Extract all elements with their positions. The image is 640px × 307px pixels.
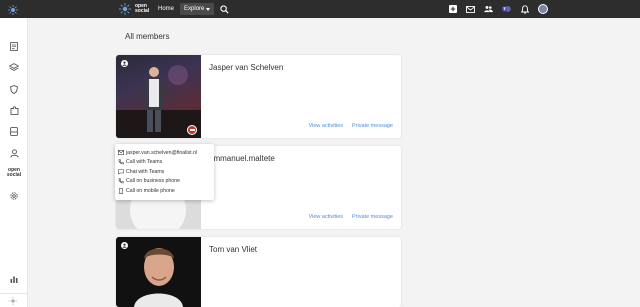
- caret-down-icon: [206, 7, 211, 11]
- contact-email-item[interactable]: jasper.van.schelven@finalist.nl: [118, 148, 211, 158]
- user-role-icon: [121, 242, 128, 249]
- puzzle-icon[interactable]: [9, 105, 19, 115]
- header-actions: [448, 0, 548, 18]
- member-card: Jasper van Schelven View activities Priv…: [116, 55, 401, 138]
- member-actions: View activities Private message: [309, 214, 393, 220]
- phone-icon: [118, 178, 124, 184]
- nav-home-link[interactable]: Home: [158, 6, 174, 12]
- email-icon: [118, 150, 124, 156]
- top-navigation-bar: open social Home Explore: [0, 0, 640, 18]
- call-mobile-text: Call on mobile phone: [126, 187, 175, 194]
- brand-logo[interactable]: open social: [118, 2, 149, 16]
- bar-chart-icon[interactable]: [9, 274, 19, 284]
- left-sidebar: open social: [0, 18, 28, 307]
- view-activities-link[interactable]: View activities: [309, 123, 343, 129]
- chat-teams-item[interactable]: Chat with Teams: [118, 167, 211, 177]
- phone-icon: [118, 159, 124, 165]
- people-icon[interactable]: [484, 5, 493, 14]
- gear-icon[interactable]: [9, 191, 19, 201]
- search-icon[interactable]: [220, 4, 229, 14]
- main-nav: Home Explore: [158, 0, 229, 18]
- open-social-logo-icon: [119, 3, 131, 15]
- sidebar-brand-line-2: social: [6, 172, 22, 178]
- bell-icon[interactable]: [520, 4, 529, 14]
- contact-popup: jasper.van.schelven@finalist.nl Call wit…: [115, 144, 214, 200]
- inbox-icon[interactable]: [9, 126, 19, 136]
- user-avatar-icon[interactable]: [538, 4, 548, 14]
- sidebar-footer: [0, 293, 28, 307]
- call-teams-item[interactable]: Call with Teams: [118, 158, 211, 168]
- teams-icon[interactable]: [502, 5, 511, 14]
- shield-icon[interactable]: [9, 84, 19, 94]
- mobile-icon: [118, 187, 124, 194]
- page-title: All members: [125, 32, 170, 41]
- sidebar-brand-logo[interactable]: open social: [4, 168, 24, 178]
- mail-icon[interactable]: [466, 5, 475, 14]
- member-card: Tom van Vliet: [116, 237, 401, 307]
- open-social-logo-icon[interactable]: [7, 3, 19, 15]
- open-social-logo-icon[interactable]: [8, 296, 18, 306]
- plus-icon[interactable]: [448, 5, 457, 14]
- contact-email-text: jasper.van.schelven@finalist.nl: [126, 149, 198, 156]
- brand-line-2: social: [135, 8, 150, 14]
- status-badge[interactable]: [187, 125, 197, 135]
- portrait-photo: [134, 248, 183, 307]
- member-name[interactable]: Jasper van Schelven: [209, 63, 283, 72]
- user-icon[interactable]: [9, 148, 19, 158]
- chat-teams-text: Chat with Teams: [126, 168, 165, 175]
- member-name[interactable]: Tom van Vliet: [209, 245, 257, 254]
- member-photo[interactable]: [116, 237, 201, 307]
- call-business-text: Call on business phone: [126, 178, 180, 185]
- private-message-link[interactable]: Private message: [352, 214, 393, 220]
- call-teams-text: Call with Teams: [126, 159, 163, 166]
- call-mobile-item[interactable]: Call on mobile phone: [118, 186, 211, 196]
- nav-explore-label: Explore: [184, 6, 205, 12]
- member-actions: View activities Private message: [309, 123, 393, 129]
- nav-explore-dropdown[interactable]: Explore: [180, 3, 215, 15]
- user-role-icon: [121, 60, 128, 67]
- private-message-link[interactable]: Private message: [352, 123, 393, 129]
- call-business-item[interactable]: Call on business phone: [118, 177, 211, 187]
- document-icon[interactable]: [9, 41, 19, 51]
- chat-icon: [118, 169, 124, 175]
- member-name[interactable]: emmanuel.maltete: [209, 154, 275, 163]
- layers-icon[interactable]: [9, 62, 19, 72]
- brand-text: open social: [135, 4, 149, 14]
- view-activities-link[interactable]: View activities: [309, 214, 343, 220]
